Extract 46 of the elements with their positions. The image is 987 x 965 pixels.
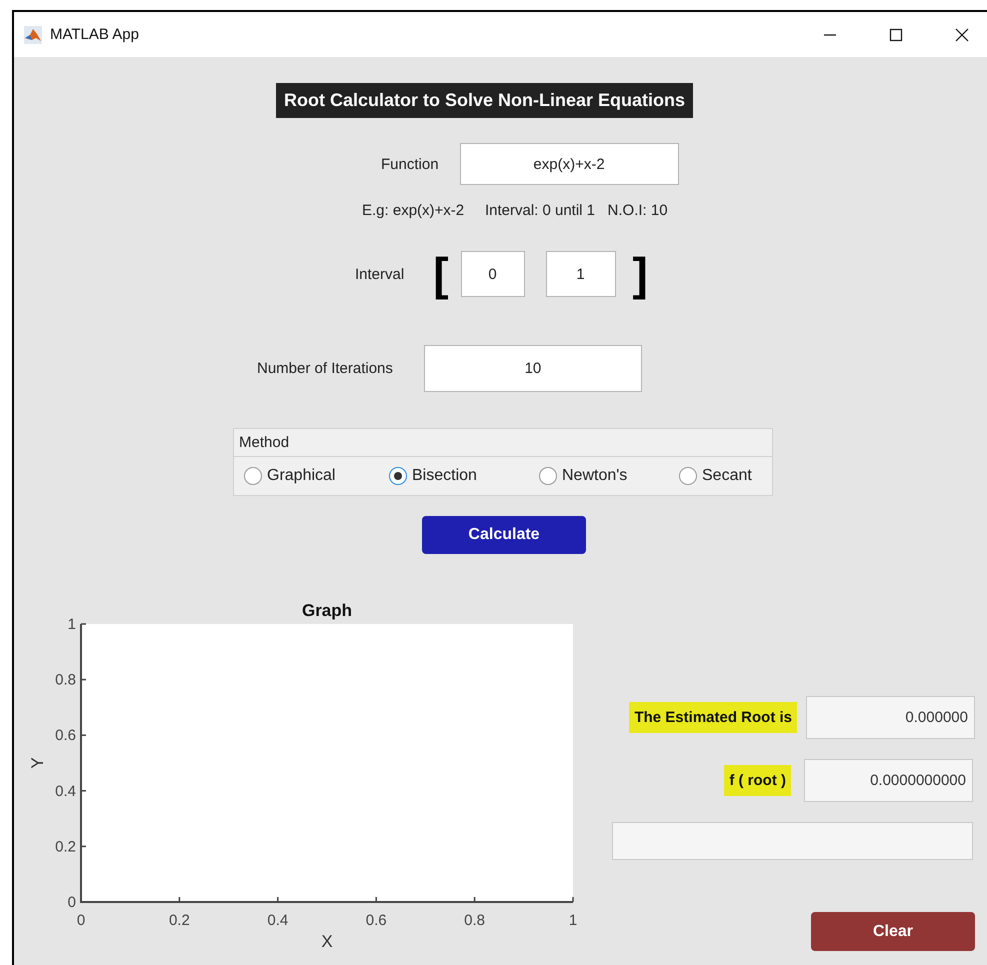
option-label[interactable]: Graphical — [267, 467, 336, 485]
iterations-field[interactable]: 10 — [424, 345, 642, 392]
f-root-label: f ( root ) — [724, 765, 791, 796]
y-axis-label: Y — [28, 757, 47, 769]
example-hint: E.g: exp(x)+x-2 Interval: 0 until 1 N.O.I: 10 — [362, 202, 668, 219]
x-tick-label: 0.6 — [366, 912, 387, 929]
radio-button[interactable] — [679, 467, 697, 485]
option-label[interactable]: Secant — [702, 467, 752, 485]
x-tick-label: 1 — [568, 912, 578, 929]
f-root-field[interactable]: 0.0000000000 — [804, 759, 973, 802]
clear-button[interactable]: Clear — [811, 912, 975, 951]
panel-title: Method — [239, 434, 290, 451]
y-tick-label: 0.2 — [55, 838, 76, 856]
function-field[interactable]: exp(x)+x-2 — [460, 143, 679, 185]
matlab-logo-icon — [24, 26, 42, 44]
x-tick-label: 0 — [76, 912, 86, 929]
interval-end-field[interactable]: 1 — [546, 251, 616, 297]
output-field[interactable] — [612, 822, 973, 860]
radio-button[interactable] — [389, 467, 407, 485]
chart-title: Graph — [302, 601, 352, 620]
interval-start-field[interactable]: 0 — [460, 251, 525, 297]
x-axis-label: X — [321, 932, 333, 951]
bracket: [ — [433, 251, 449, 297]
x-tick-label: 0.4 — [267, 912, 288, 929]
radio-button[interactable] — [244, 467, 262, 485]
x-tick-label: 0.8 — [464, 912, 486, 929]
bracket: ] — [632, 251, 648, 297]
function-label: Function — [381, 156, 439, 172]
app-heading: Root Calculator to Solve Non-Linear Equations — [276, 83, 694, 118]
y-tick-label: 0.6 — [55, 727, 76, 744]
x-tick-label: 0.2 — [168, 912, 190, 929]
option-label[interactable]: Newton's — [562, 467, 628, 485]
option-label[interactable]: Bisection — [412, 467, 477, 485]
maximize-icon[interactable] — [889, 28, 903, 42]
interval-label: Interval — [355, 266, 404, 282]
y-tick-label: 0 — [68, 894, 76, 911]
y-tick-label: 0.4 — [55, 782, 76, 800]
root-label: The Estimated Root is — [629, 702, 797, 733]
root-field[interactable]: 0.000000 — [806, 696, 975, 739]
radio-button[interactable] — [539, 467, 557, 485]
y-tick-label: 0.8 — [55, 672, 76, 689]
window-title: MATLAB App — [50, 26, 139, 43]
iterations-label: Number of Iterations — [257, 360, 393, 377]
close-icon[interactable] — [955, 28, 969, 42]
y-tick-label: 1 — [68, 616, 76, 633]
calculate-button[interactable]: Calculate — [422, 516, 586, 554]
